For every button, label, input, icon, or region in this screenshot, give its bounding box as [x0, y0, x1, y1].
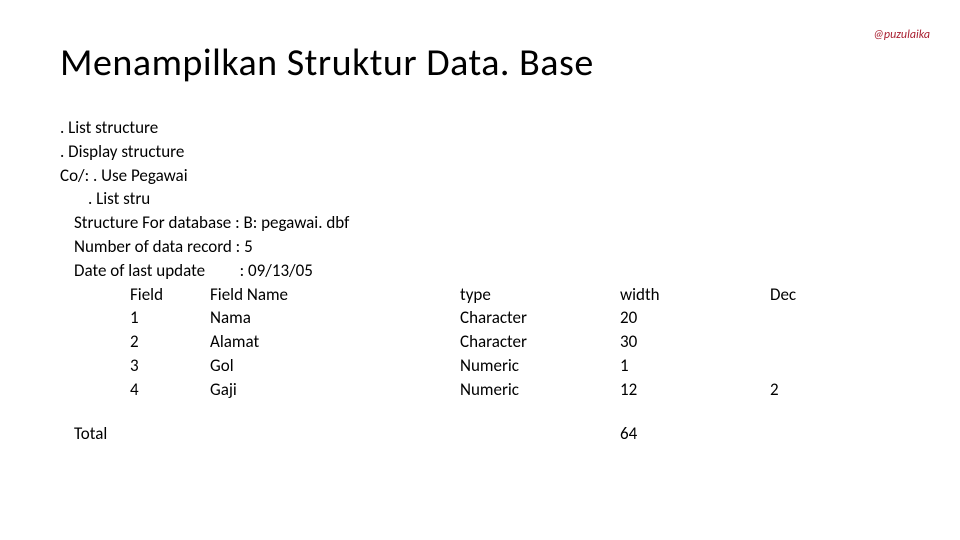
- table-header-row: Field Field Name type width Dec: [60, 283, 900, 307]
- header-type: type: [460, 283, 620, 307]
- cell-type: Character: [460, 330, 620, 354]
- header-dec: Dec: [770, 283, 870, 307]
- record-count-line: Number of data record : 5: [60, 235, 900, 259]
- cell-dec: [770, 306, 870, 330]
- page-title: Menampilkan Struktur Data. Base: [60, 40, 900, 86]
- cell-type: Character: [460, 306, 620, 330]
- total-row: Total 64: [60, 422, 900, 446]
- table-row: 3 Gol Numeric 1: [60, 354, 900, 378]
- cell-name: Nama: [210, 306, 460, 330]
- cell-num: 4: [60, 378, 210, 402]
- cell-name: Gol: [210, 354, 460, 378]
- total-label: Total: [60, 422, 620, 446]
- table-row: 4 Gaji Numeric 12 2: [60, 378, 900, 402]
- cell-width: 30: [620, 330, 770, 354]
- cell-dec: [770, 354, 870, 378]
- header-fieldname: Field Name: [210, 283, 460, 307]
- cell-width: 1: [620, 354, 770, 378]
- cell-width: 20: [620, 306, 770, 330]
- cmd-use-pegawai: Co/: . Use Pegawai: [60, 164, 900, 188]
- content-block: . List structure . Display structure Co/…: [60, 116, 900, 445]
- cmd-list-structure: . List structure: [60, 116, 900, 140]
- cell-num: 1: [60, 306, 210, 330]
- last-update-line: Date of last update : 09/13/05: [60, 259, 900, 283]
- cmd-list-stru: . List stru: [60, 187, 900, 211]
- cell-num: 2: [60, 330, 210, 354]
- header-field: Field: [60, 283, 210, 307]
- cell-type: Numeric: [460, 378, 620, 402]
- total-value: 64: [620, 422, 770, 446]
- table-row: 2 Alamat Character 30: [60, 330, 900, 354]
- header-width: width: [620, 283, 770, 307]
- cell-type: Numeric: [460, 354, 620, 378]
- cell-width: 12: [620, 378, 770, 402]
- table-row: 1 Nama Character 20: [60, 306, 900, 330]
- cmd-display-structure: . Display structure: [60, 140, 900, 164]
- cell-dec: 2: [770, 378, 870, 402]
- cell-dec: [770, 330, 870, 354]
- cell-num: 3: [60, 354, 210, 378]
- cell-name: Gaji: [210, 378, 460, 402]
- structure-for: Structure For database : B: pegawai. dbf: [60, 211, 900, 235]
- cell-name: Alamat: [210, 330, 460, 354]
- watermark: @puzulaika: [873, 28, 930, 42]
